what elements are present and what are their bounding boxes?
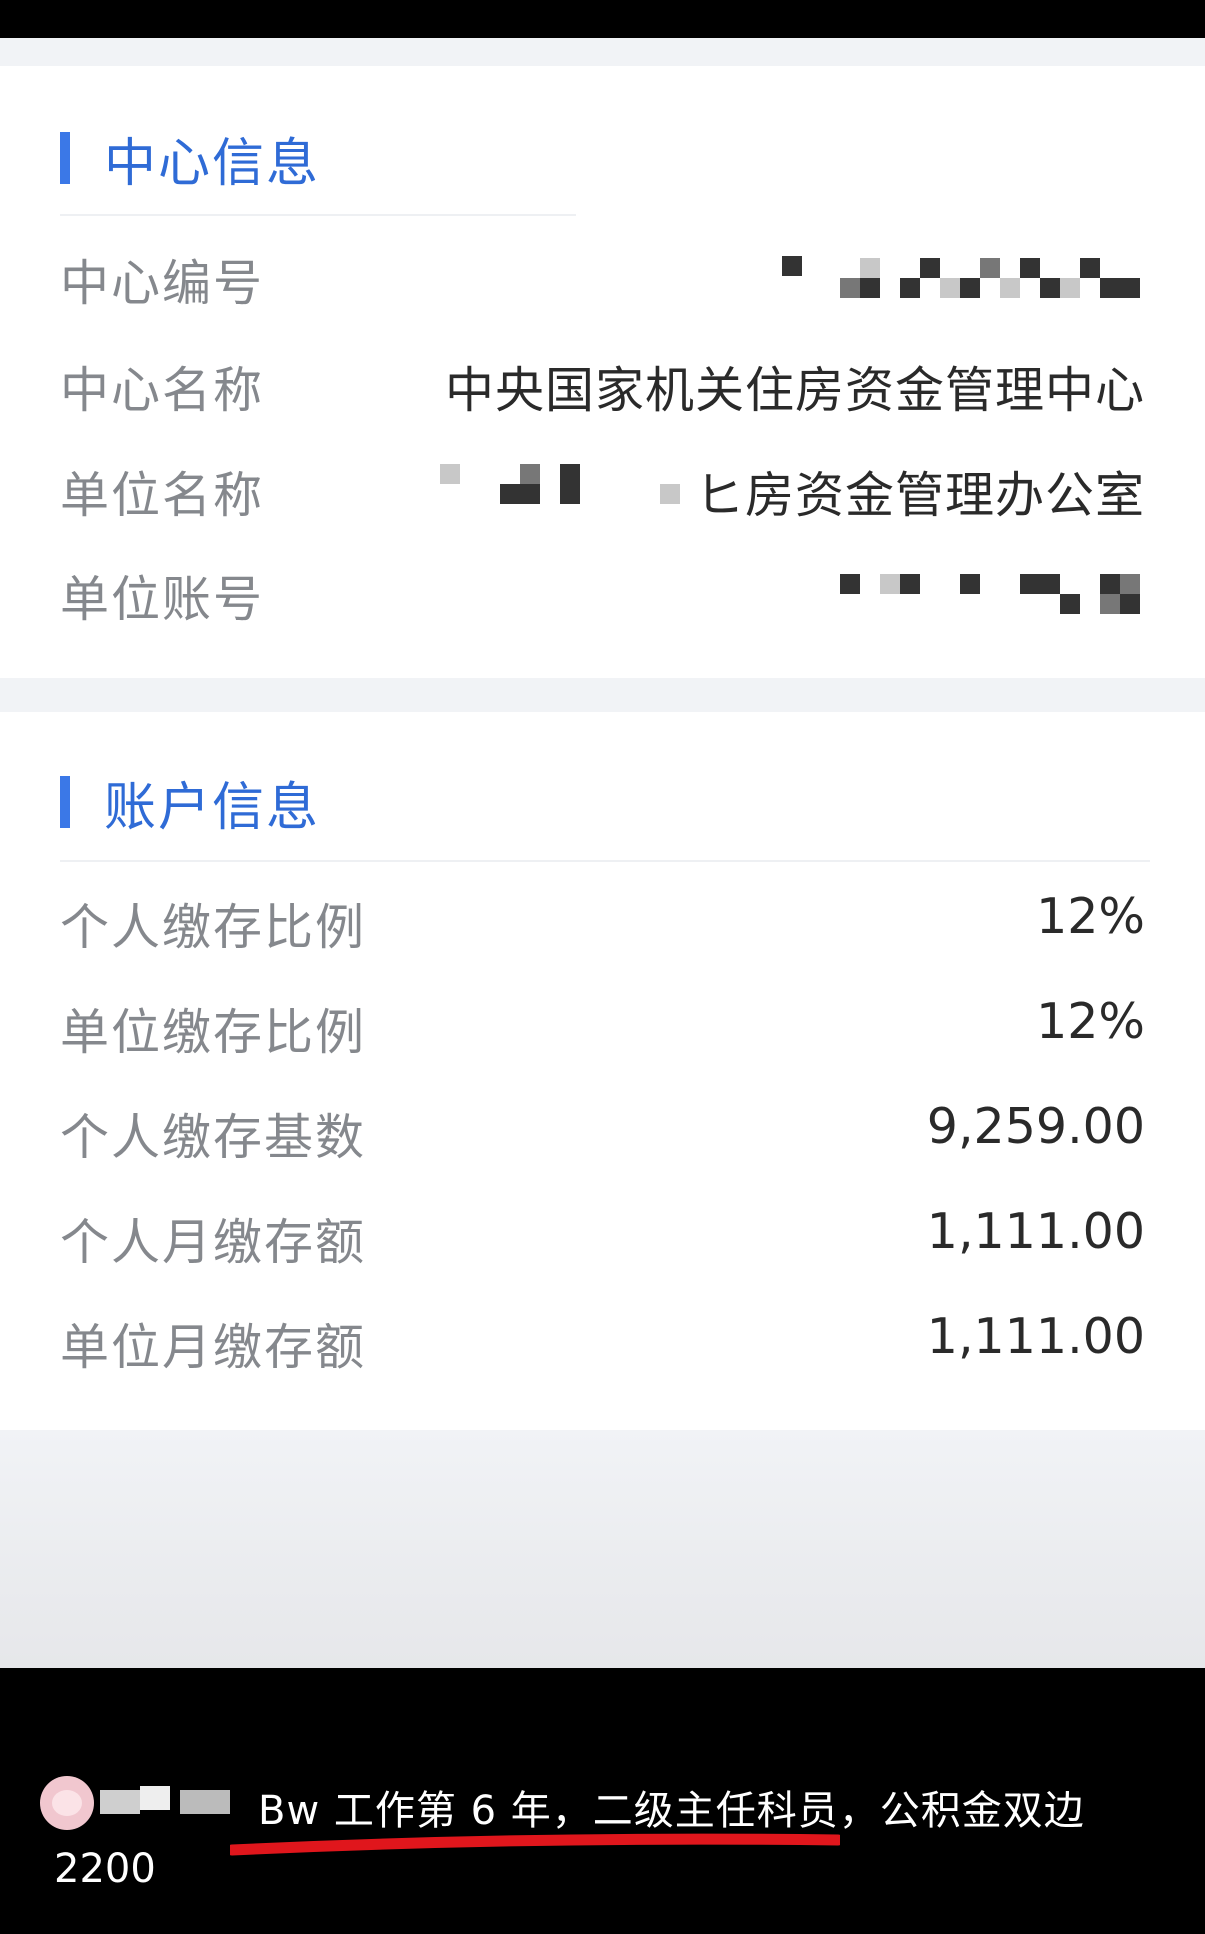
unit-account-row: 单位账号 [0, 554, 1205, 628]
center-info-title: 中心信息 [104, 133, 321, 194]
unit-monthly-value: 1,111.00 [926, 1308, 1145, 1365]
account-info-header: 账户信息 [60, 772, 320, 838]
account-info-card: 账户信息 个人缴存比例 12% 单位缴存比例 12% 个人缴存基数 9,259.… [0, 712, 1205, 1430]
personal-base-value: 9,259.00 [926, 1098, 1145, 1155]
personal-base-row: 个人缴存基数 9,259.00 [0, 1092, 1205, 1166]
center-id-mosaic [770, 238, 1160, 308]
personal-base-label: 个人缴存基数 [60, 1109, 367, 1166]
personal-ratio-label: 个人缴存比例 [60, 899, 367, 956]
personal-monthly-row: 个人月缴存额 1,111.00 [0, 1197, 1205, 1271]
account-info-title: 账户信息 [104, 777, 321, 838]
bottom-fade [0, 1430, 1205, 1668]
personal-monthly-label: 个人月缴存额 [60, 1214, 367, 1271]
unit-ratio-label: 单位缴存比例 [60, 1004, 367, 1061]
divider [60, 214, 576, 216]
unit-ratio-value: 12% [1036, 993, 1145, 1050]
unit-name-row: 单位名称 ヒ房资金管理办公室 [0, 450, 1205, 524]
center-id-row: 中心编号 [0, 238, 1205, 312]
section-marker [60, 776, 70, 828]
section-marker [60, 132, 70, 184]
center-name-label: 中心名称 [60, 362, 265, 419]
personal-ratio-row: 个人缴存比例 12% [0, 882, 1205, 956]
divider [60, 860, 1150, 862]
username-mosaic [100, 1786, 235, 1816]
comment-text-line1: Bw 工作第 6 年，二级主任科员，公积金双边 [258, 1788, 1085, 1834]
center-info-header: 中心信息 [60, 128, 320, 194]
user-avatar[interactable] [40, 1776, 94, 1830]
unit-account-label: 单位账号 [60, 571, 265, 628]
red-underline-annotation [230, 1833, 840, 1856]
center-name-row: 中心名称 中央国家机关住房资金管理中心 [0, 345, 1205, 419]
personal-ratio-value: 12% [1036, 888, 1145, 945]
center-info-card: 中心信息 中心编号 中心名称 中央国家机关住房资金管理中心 单位名称 ヒ房资金管… [0, 66, 1205, 678]
unit-name-label: 单位名称 [60, 467, 265, 524]
unit-account-mosaic [830, 554, 1160, 624]
comment-text-line2: 2200 [54, 1846, 156, 1892]
unit-name-value: ヒ房资金管理办公室 [694, 467, 1145, 524]
personal-monthly-value: 1,111.00 [926, 1203, 1145, 1260]
center-id-label: 中心编号 [60, 255, 265, 312]
unit-ratio-row: 单位缴存比例 12% [0, 987, 1205, 1061]
unit-monthly-label: 单位月缴存额 [60, 1319, 367, 1376]
top-black-bar [0, 0, 1205, 38]
unit-monthly-row: 单位月缴存额 1,111.00 [0, 1302, 1205, 1376]
center-name-value: 中央国家机关住房资金管理中心 [444, 362, 1145, 419]
unit-name-mosaic [430, 450, 700, 520]
